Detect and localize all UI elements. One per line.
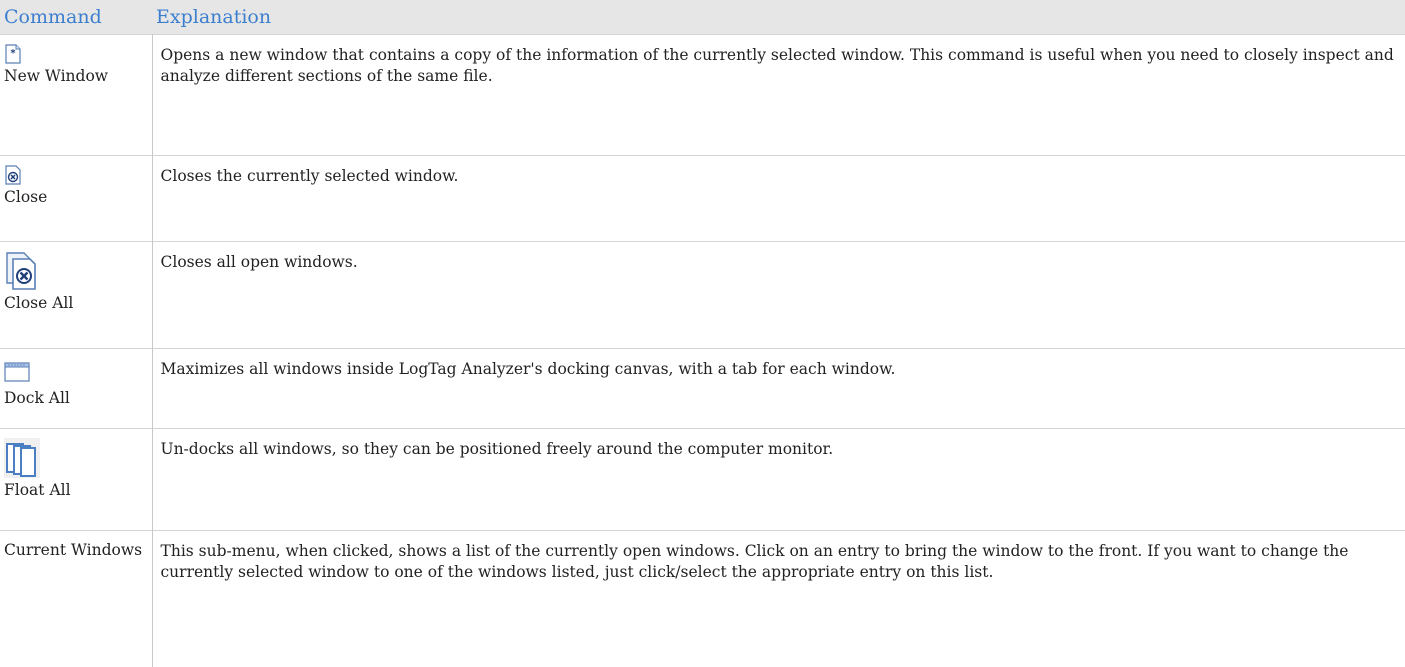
- command-cell: * New Window: [0, 34, 153, 156]
- header-command: Command: [0, 0, 152, 35]
- command-label: Dock All: [4, 389, 70, 407]
- table-row: * New Window Opens a new window that con…: [0, 34, 1405, 156]
- table-row: Close All Closes all open windows.: [0, 241, 1405, 349]
- new-window-icon: *: [5, 44, 21, 64]
- command-cell: Current Windows: [0, 530, 153, 667]
- float-all-icon: [4, 438, 40, 478]
- table-row: Current Windows This sub-menu, when clic…: [0, 530, 1405, 667]
- command-cell: Close All: [0, 241, 153, 349]
- explanation-cell: This sub-menu, when clicked, shows a lis…: [152, 530, 1405, 667]
- command-cell: Close: [0, 155, 153, 242]
- explanation-cell: Closes the currently selected window.: [152, 155, 1405, 242]
- table-header-row: Command Explanation: [0, 0, 1405, 35]
- command-label: Current Windows: [4, 541, 143, 559]
- command-label: Close All: [4, 294, 74, 312]
- command-cell: Dock All: [0, 348, 153, 429]
- svg-text:*: *: [10, 48, 16, 59]
- explanation-cell: Un-docks all windows, so they can be pos…: [152, 428, 1405, 531]
- close-window-icon: [5, 165, 21, 185]
- close-all-icon: [6, 252, 36, 290]
- table-row: Close Closes the currently selected wind…: [0, 155, 1405, 242]
- explanation-cell: Opens a new window that contains a copy …: [152, 34, 1405, 156]
- table-row: Dock All Maximizes all windows inside Lo…: [0, 348, 1405, 429]
- table-row: Float All Un-docks all windows, so they …: [0, 428, 1405, 531]
- explanation-cell: Maximizes all windows inside LogTag Anal…: [152, 348, 1405, 429]
- dock-all-icon: [4, 362, 30, 382]
- command-label: New Window: [4, 67, 109, 85]
- commands-table: Command Explanation * New Window Opens a…: [0, 0, 1405, 667]
- command-label: Close: [4, 188, 48, 206]
- command-cell: Float All: [0, 428, 153, 531]
- header-explanation: Explanation: [152, 0, 1405, 35]
- explanation-cell: Closes all open windows.: [152, 241, 1405, 349]
- command-label: Float All: [4, 481, 71, 499]
